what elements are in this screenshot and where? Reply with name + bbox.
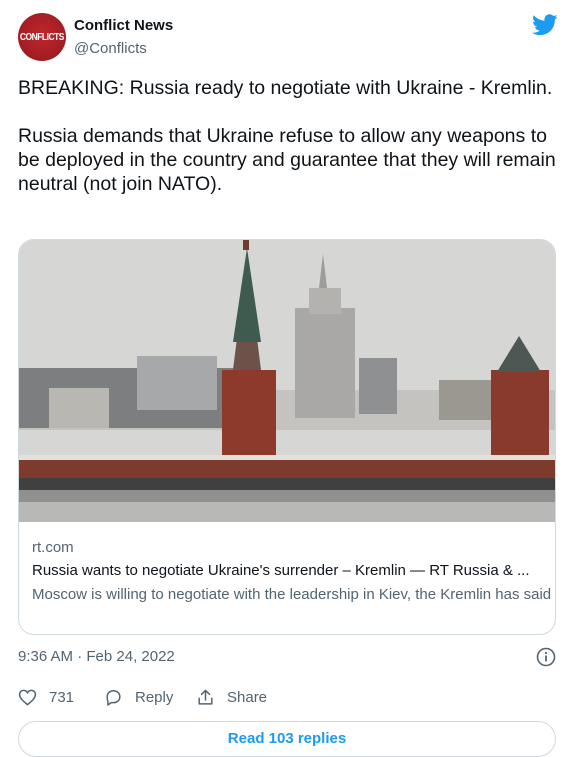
heart-icon xyxy=(18,689,37,706)
info-icon[interactable] xyxy=(536,647,556,667)
tweet: CONFLICTS Conflict News @Conflicts BREAK… xyxy=(0,0,575,757)
reply-icon xyxy=(106,690,121,706)
tweet-text: BREAKING: Russia ready to negotiate with… xyxy=(18,76,563,196)
avatar-logo-text: CONFLICTS xyxy=(19,31,65,43)
twitter-bird-icon[interactable] xyxy=(532,14,558,36)
card-description: Moscow is willing to negotiate with the … xyxy=(32,586,552,603)
avatar[interactable]: CONFLICTS xyxy=(18,13,66,61)
timestamp[interactable]: 9:36 AM · Feb 24, 2022 xyxy=(18,648,175,665)
read-replies-button[interactable]: Read 103 replies xyxy=(18,721,556,757)
card-title: Russia wants to negotiate Ukraine's surr… xyxy=(32,562,530,579)
account-handle[interactable]: @Conflicts xyxy=(74,40,147,57)
link-card[interactable]: rt.com Russia wants to negotiate Ukraine… xyxy=(18,239,556,635)
account-name[interactable]: Conflict News xyxy=(74,17,173,34)
card-image[interactable] xyxy=(19,240,556,522)
like-count: 731 xyxy=(49,689,75,706)
share-icon xyxy=(198,689,213,705)
reply-label: Reply xyxy=(135,689,174,706)
tweet-text-paragraph: Russia demands that Ukraine refuse to al… xyxy=(18,125,556,195)
reply-button[interactable]: Reply xyxy=(104,688,173,707)
card-domain: rt.com xyxy=(32,539,74,556)
share-label: Share xyxy=(227,689,268,706)
like-button[interactable]: 731 xyxy=(18,688,74,707)
action-bar: 731 Reply Share xyxy=(18,688,558,712)
share-button[interactable]: Share xyxy=(196,688,267,707)
tweet-text-paragraph: BREAKING: Russia ready to negotiate with… xyxy=(18,77,553,99)
